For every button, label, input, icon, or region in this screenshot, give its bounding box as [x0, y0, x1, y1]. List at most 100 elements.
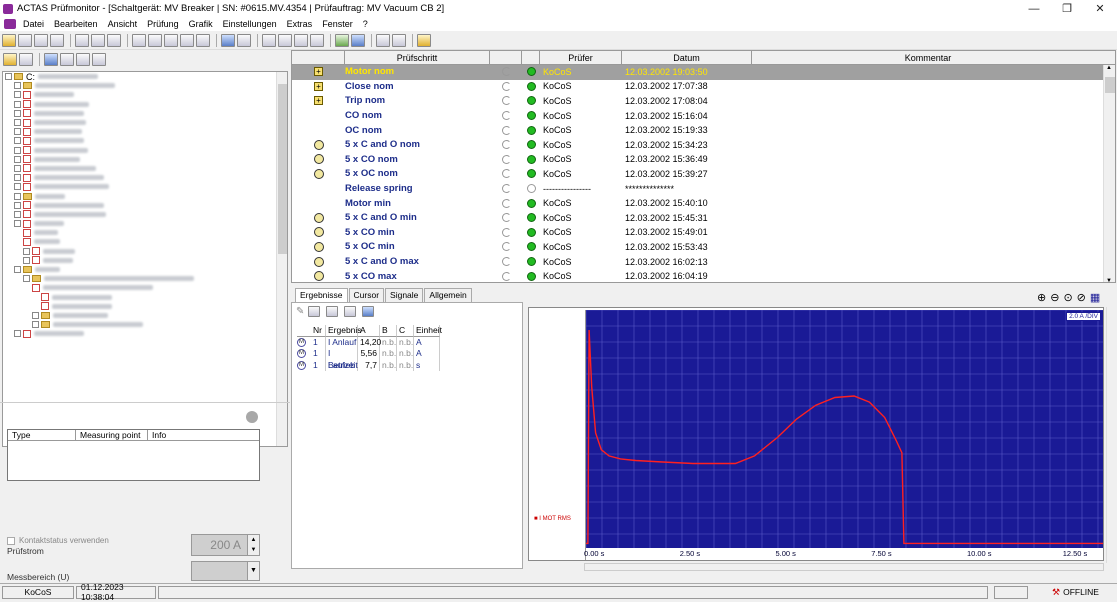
- tree-item[interactable]: [3, 100, 287, 109]
- grid-row[interactable]: OC nom KoCoS 12.03.2002 15:19:33: [292, 123, 1115, 138]
- network-icon[interactable]: [351, 33, 365, 47]
- edit-icon[interactable]: [34, 33, 48, 47]
- tree-item[interactable]: [3, 237, 287, 246]
- tree-scrollbar[interactable]: [276, 72, 287, 446]
- print-dropdown-icon[interactable]: [237, 33, 251, 47]
- step-icon[interactable]: [50, 33, 64, 47]
- col-a[interactable]: A: [358, 325, 380, 337]
- expand-icon[interactable]: [23, 256, 30, 264]
- expand-icon[interactable]: [14, 210, 21, 218]
- grid-row[interactable]: Motor min KoCoS 12.03.2002 15:40:10: [292, 196, 1115, 211]
- col-ergebnis[interactable]: Ergebnis: [326, 325, 362, 337]
- expand-icon[interactable]: [14, 128, 21, 136]
- tree-item[interactable]: [3, 146, 287, 155]
- result-row[interactable]: M 1 Laufzeit 7,7 n.b. n.b. s: [297, 359, 440, 371]
- grid-row[interactable]: + Trip nom KoCoS 12.03.2002 17:08:04: [292, 94, 1115, 109]
- menu-bearbeiten[interactable]: Bearbeiten: [49, 19, 103, 29]
- tree-item[interactable]: [3, 247, 287, 256]
- chart-h-scrollbar[interactable]: [584, 563, 1104, 571]
- expand-icon[interactable]: [14, 183, 21, 191]
- sum-icon[interactable]: [308, 305, 321, 317]
- chevron-down-icon[interactable]: ▼: [247, 562, 259, 580]
- tree-item[interactable]: [3, 173, 287, 182]
- grid-scrollbar[interactable]: ▲ ▼: [1103, 65, 1115, 282]
- kontakt-checkbox[interactable]: [7, 536, 15, 545]
- tree-item[interactable]: [3, 182, 287, 191]
- chart-plot[interactable]: 2.0 A /DIV: [585, 309, 1103, 548]
- expand-icon[interactable]: [14, 91, 21, 99]
- expand-icon[interactable]: [14, 192, 21, 200]
- pencil-icon[interactable]: ✎: [296, 306, 304, 317]
- record-icon[interactable]: [310, 33, 324, 47]
- grid-row[interactable]: 5 x CO nom KoCoS 12.03.2002 15:36:49: [292, 153, 1115, 168]
- zoom-icon[interactable]: [164, 33, 178, 47]
- chart-icon[interactable]: [335, 33, 349, 47]
- expand-icon[interactable]: [23, 275, 30, 283]
- col-pruefer[interactable]: Prüfer: [540, 51, 622, 64]
- filter-icon[interactable]: [76, 52, 90, 66]
- print-preview-icon[interactable]: [278, 33, 292, 47]
- menu-pruefung[interactable]: Prüfung: [142, 19, 184, 29]
- tab-ergebnisse[interactable]: Ergebnisse: [295, 288, 348, 302]
- result-row[interactable]: M1I Anlauf 14,20 n.b. n.b. A: [297, 336, 440, 348]
- tree-item[interactable]: [3, 219, 287, 228]
- grid-row[interactable]: Release spring ---------------- **********…: [292, 182, 1115, 197]
- pause-icon[interactable]: [180, 33, 194, 47]
- kontakt-checkbox-row[interactable]: Kontaktstatus verwenden: [7, 536, 109, 545]
- tree-item[interactable]: [3, 164, 287, 173]
- calculator-icon[interactable]: [221, 33, 235, 47]
- refresh-icon[interactable]: [44, 52, 58, 66]
- search-icon[interactable]: [376, 33, 390, 47]
- col-nr[interactable]: Nr: [311, 325, 326, 337]
- tree-item[interactable]: [3, 265, 287, 274]
- expand-icon[interactable]: [14, 146, 21, 154]
- zoom-in-icon[interactable]: ⊕: [1037, 291, 1046, 305]
- grid-row[interactable]: 5 x C and O min KoCoS 12.03.2002 15:45:31: [292, 211, 1115, 226]
- menu-help[interactable]: ?: [358, 19, 373, 29]
- tree-item[interactable]: [3, 155, 287, 164]
- tree-item[interactable]: [3, 136, 287, 145]
- grid-row[interactable]: 5 x OC min KoCoS 12.03.2002 15:53:43: [292, 240, 1115, 255]
- file-tree[interactable]: C:: [2, 71, 288, 447]
- grid-row[interactable]: 5 x OC nom KoCoS 12.03.2002 15:39:27: [292, 167, 1115, 182]
- spinner-arrows-icon[interactable]: ▲ ▼: [247, 535, 259, 555]
- save-icon[interactable]: [18, 33, 32, 47]
- result-row[interactable]: M1I Betrieb 5,56 n.b. n.b. A: [297, 348, 440, 370]
- tree-item[interactable]: [3, 118, 287, 127]
- list-icon[interactable]: [60, 52, 74, 66]
- measure-icon[interactable]: [344, 305, 357, 317]
- expand-icon[interactable]: [14, 164, 21, 172]
- tree-item[interactable]: [3, 90, 287, 99]
- minimize-button[interactable]: —: [1017, 0, 1051, 17]
- tree-item[interactable]: [3, 201, 287, 210]
- tree-item[interactable]: [3, 210, 287, 219]
- tree-item[interactable]: [3, 191, 287, 200]
- tab-allgemein[interactable]: Allgemein: [424, 288, 472, 302]
- col-c[interactable]: C: [397, 325, 414, 337]
- tree-item[interactable]: [3, 283, 287, 292]
- tab-cursor[interactable]: Cursor: [348, 288, 385, 302]
- tree-item[interactable]: C:: [3, 72, 287, 82]
- expand-icon[interactable]: [32, 311, 39, 319]
- stop-icon[interactable]: [196, 33, 210, 47]
- tree-item[interactable]: [3, 274, 287, 283]
- grid-row[interactable]: + Motor nom KoCoS 12.03.2002 19:03:50: [292, 65, 1115, 80]
- tree-item[interactable]: [3, 302, 287, 311]
- expand-icon[interactable]: [14, 155, 21, 163]
- measuring-point-table[interactable]: Type Measuring point Info: [7, 429, 260, 481]
- col-measuring-point[interactable]: Measuring point: [76, 430, 148, 440]
- range-icon[interactable]: [326, 305, 339, 317]
- expand-icon[interactable]: [14, 82, 21, 90]
- expand-icon[interactable]: [32, 321, 39, 329]
- col-datum[interactable]: Datum: [622, 51, 752, 64]
- expand-icon[interactable]: +: [314, 96, 323, 106]
- play-step-icon[interactable]: [132, 33, 146, 47]
- zoom-reset-icon[interactable]: ⊘: [1077, 291, 1086, 305]
- grid-icon[interactable]: ▦: [1090, 291, 1100, 305]
- scroll-up-icon[interactable]: ▲: [1106, 65, 1112, 71]
- grid-row[interactable]: 5 x CO min KoCoS 12.03.2002 15:49:01: [292, 226, 1115, 241]
- zoom-fit-icon[interactable]: ⊙: [1063, 291, 1072, 305]
- expand-icon[interactable]: [23, 247, 30, 255]
- grid-row[interactable]: + Close nom KoCoS 12.03.2002 17:07:38: [292, 80, 1115, 95]
- expand-icon[interactable]: [14, 174, 21, 182]
